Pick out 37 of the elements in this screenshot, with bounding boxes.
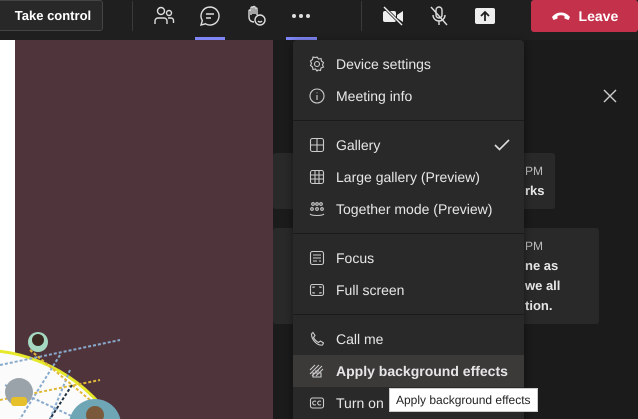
grid-icon bbox=[309, 137, 325, 153]
message-text: we all bbox=[525, 277, 560, 295]
chat-icon bbox=[198, 5, 221, 27]
people-icon bbox=[153, 6, 176, 26]
large-grid-icon bbox=[309, 169, 325, 185]
camera-off-icon bbox=[382, 6, 404, 26]
message-text: rks bbox=[525, 182, 545, 200]
captions-icon bbox=[309, 395, 325, 411]
phone-icon bbox=[309, 331, 325, 347]
checkmark-icon bbox=[494, 139, 510, 151]
menu-item[interactable]: Call me bbox=[293, 323, 524, 355]
more-icon bbox=[291, 13, 312, 19]
close-icon[interactable] bbox=[603, 89, 617, 103]
share-icon bbox=[474, 7, 496, 25]
tooltip: Apply background effects bbox=[389, 388, 538, 412]
background-effects-icon bbox=[309, 363, 325, 379]
menu-item[interactable]: Full screen bbox=[293, 274, 524, 306]
gear-icon bbox=[309, 56, 325, 72]
group-icon bbox=[309, 201, 325, 217]
leave-button[interactable]: Leave bbox=[530, 0, 638, 32]
message-text: PM bbox=[525, 163, 543, 180]
menu-item[interactable]: Large gallery (Preview) bbox=[293, 161, 524, 193]
menu-item[interactable]: Gallery bbox=[293, 129, 524, 161]
menu-item[interactable]: Together mode (Preview) bbox=[293, 193, 524, 225]
menu-item[interactable]: Device settings bbox=[293, 48, 524, 80]
focus-icon bbox=[309, 250, 325, 266]
message-text: tion. bbox=[525, 297, 552, 315]
take-control-button[interactable]: Take control bbox=[0, 0, 103, 31]
menu-item[interactable]: Meeting info bbox=[293, 80, 524, 112]
menu-item[interactable]: Focus bbox=[293, 242, 524, 274]
message-text: PM bbox=[525, 238, 543, 255]
mic-off-icon bbox=[428, 5, 449, 27]
menu-item[interactable]: Apply background effects bbox=[293, 355, 524, 387]
info-icon bbox=[309, 88, 325, 104]
phone-hangup-icon bbox=[550, 11, 571, 21]
message-text: ne as bbox=[525, 257, 558, 275]
fullscreen-icon bbox=[309, 282, 325, 298]
